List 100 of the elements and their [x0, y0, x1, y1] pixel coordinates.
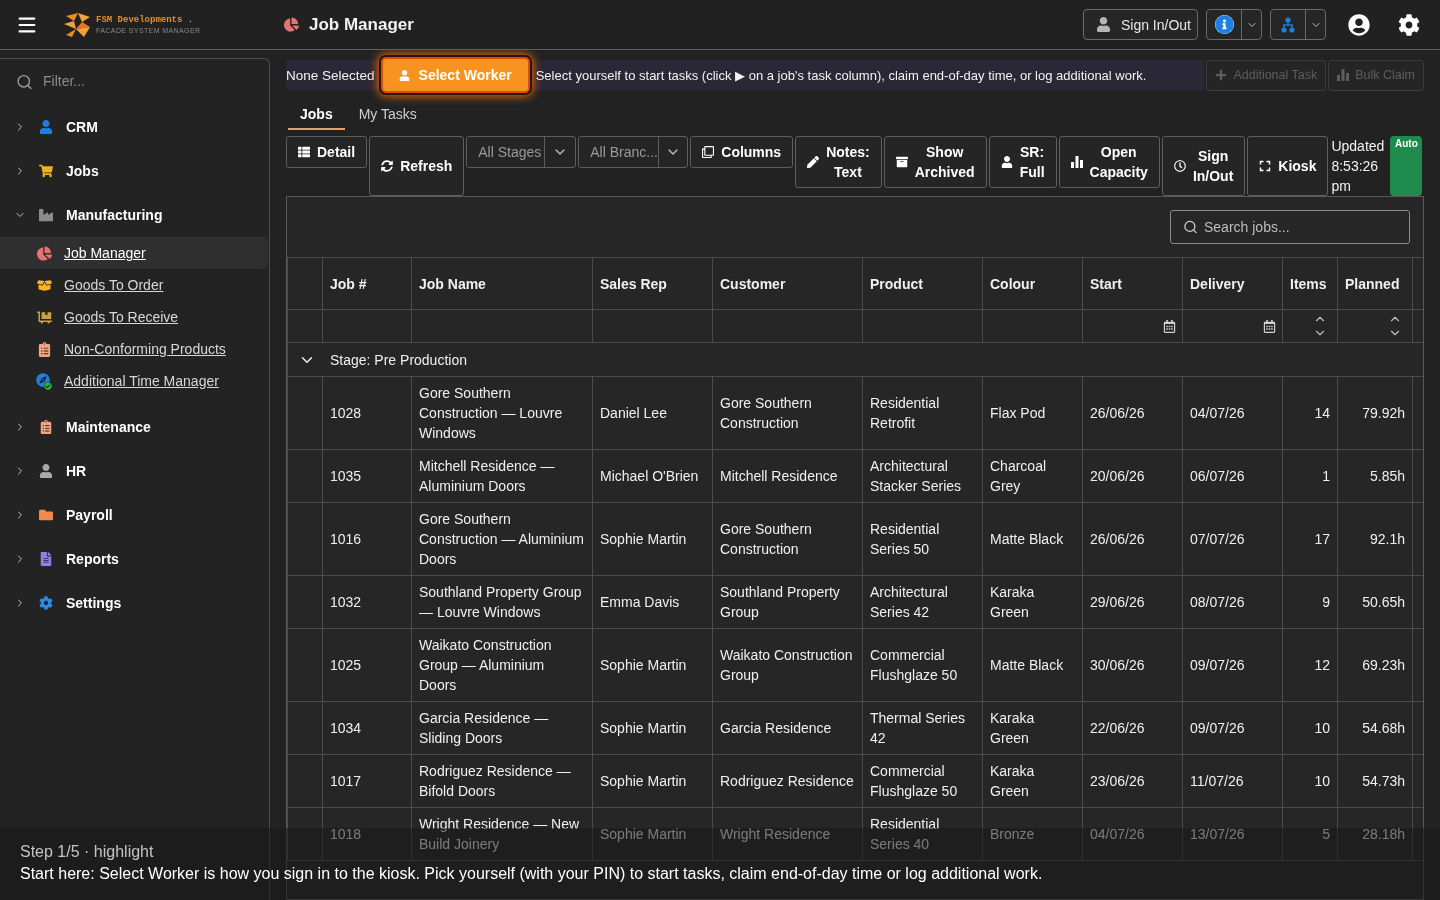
sidebar-link[interactable]: Goods To Receive [0, 301, 268, 333]
sidebar-item[interactable]: Manufacturing [0, 193, 269, 237]
table-cell: 1018 [330, 826, 362, 842]
table-cell: Sophie Martin [600, 773, 687, 789]
sidebar-item[interactable]: Payroll [0, 493, 269, 537]
table-cell: 29/06/26 [1090, 594, 1145, 610]
toolbar-button[interactable]: SR: Full [988, 136, 1057, 188]
table-cell: Wright Residence — New Build Joinery [419, 816, 580, 852]
calendar-icon[interactable] [1163, 319, 1176, 333]
table-cell: 20/06/26 [1090, 468, 1145, 484]
table-cell: Emma Davis [600, 594, 680, 610]
table-cell: Karaka Green [990, 710, 1035, 746]
column-header: Delivery [1182, 257, 1283, 310]
sidebar-item[interactable]: CRM [0, 105, 269, 149]
table-cell: 07/07/26 [1190, 531, 1245, 547]
table-cell: 1016 [330, 531, 362, 547]
table-cell: Charcoal Grey [990, 458, 1047, 494]
table-cell: 50.65h [1362, 594, 1405, 610]
filter-field[interactable]: Filter... [0, 59, 269, 103]
settings-icon[interactable] [1398, 13, 1420, 36]
table-cell: Thermal Series 42 [870, 710, 965, 746]
clipboard-icon [39, 420, 53, 434]
pencil-icon [807, 156, 820, 168]
sidebar-item[interactable]: Maintenance [0, 405, 269, 449]
table-cell: 09/07/26 [1190, 657, 1245, 673]
fullscreen-icon [1259, 160, 1272, 172]
table-cell: Rodriguez Residence — Bifold Doors [419, 763, 571, 799]
sidebar-item[interactable]: Settings [0, 581, 269, 625]
table-cell: 10 [1314, 720, 1330, 736]
brand-name: FSM Developments . [96, 15, 195, 25]
toolbar-button[interactable]: Open Capacity [1058, 136, 1160, 188]
toolbar-button[interactable]: Refresh [369, 136, 465, 196]
table-cell: Southland Property Group [720, 584, 840, 620]
box-icon [36, 277, 52, 293]
column-header: Customer [712, 257, 863, 310]
search-field[interactable]: Search jobs... [1170, 210, 1410, 244]
table-cell: 04/07/26 [1090, 826, 1145, 842]
table-cell: 92.1h [1369, 531, 1405, 547]
factory-icon [39, 208, 53, 222]
toolbar-button[interactable]: Kiosk [1247, 136, 1329, 196]
table-cell: 5 [1322, 826, 1330, 842]
sidebar-item[interactable]: HR [0, 449, 269, 493]
sidebar-item[interactable]: Jobs [0, 149, 269, 193]
table-cell: Matte Black [990, 531, 1064, 547]
table-cell: Sophie Martin [600, 657, 687, 673]
pie-chart-icon [284, 17, 299, 32]
table-cell: Sophie Martin [600, 531, 687, 547]
info-split-button[interactable] [1206, 9, 1262, 40]
sign-in-out-button[interactable]: Sign In/Out [1082, 9, 1198, 40]
person-icon [39, 120, 53, 134]
toolbar-button[interactable]: Notes: Text [795, 136, 882, 188]
table-cell: Residential Retrofit [870, 395, 940, 431]
table-cell: Garcia Residence — Sliding Doors [419, 710, 549, 746]
column-header: Job # [322, 257, 412, 310]
pie-chart-icon [36, 245, 52, 261]
account-icon[interactable] [1348, 13, 1370, 36]
clock-icon [1173, 160, 1186, 172]
filter-select[interactable]: All Branc... [578, 136, 689, 168]
sidebar-link[interactable]: Non-Conforming Products [0, 333, 268, 365]
table-cell: Waikato Construction Group [720, 647, 853, 683]
toolbar-button[interactable]: Detail [286, 136, 368, 168]
table-cell: Gore Southern Construction — Louvre Windows [419, 385, 563, 441]
tab[interactable]: My Tasks [346, 100, 429, 130]
calendar-icon[interactable] [1263, 319, 1276, 333]
toolbar-button[interactable]: Show Archived [883, 136, 987, 188]
table-cell: 22/06/26 [1090, 720, 1145, 736]
sidebar-link[interactable]: Goods To Order [0, 269, 268, 301]
table-cell: 54.68h [1362, 720, 1405, 736]
toolbar-button[interactable]: Sign In/Out [1161, 136, 1246, 196]
table-cell: 69.23h [1362, 657, 1405, 673]
table-cell: 11/07/26 [1190, 773, 1244, 789]
toolbar-button[interactable]: Columns [690, 136, 794, 168]
tab[interactable]: Jobs [288, 100, 345, 130]
table-cell: Mitchell Residence [720, 468, 838, 484]
auto-refresh-toggle[interactable]: Auto [1390, 136, 1423, 196]
sitemap-split-button[interactable] [1270, 9, 1326, 40]
table-cell: Rodriguez Residence [720, 773, 854, 789]
table-cell: Architectural Stacker Series [870, 458, 962, 494]
person-icon [39, 464, 53, 478]
person-icon [398, 69, 410, 81]
table-cell: 13/07/26 [1190, 826, 1245, 842]
table-cell: Karaka Green [990, 763, 1035, 799]
column-header: Colour [982, 257, 1083, 310]
table-cell: Mitchell Residence — Aluminium Doors [419, 458, 555, 494]
table-cell: Gore Southern Construction [720, 521, 812, 557]
table-cell: 08/07/26 [1190, 594, 1245, 610]
updated-time: Updated 8:53:26 pm [1331, 137, 1385, 196]
table-cell: 9 [1322, 594, 1330, 610]
group-label: Stage: Pre Production [330, 350, 467, 370]
sidebar-item[interactable]: Reports [0, 537, 269, 581]
table-cell: 1028 [330, 405, 362, 421]
tour-message: Start here: Select Worker is how you sign in to the kiosk. Pick yourself (with your PIN) to start tasks, claim end-of-day time or log additional work. [20, 865, 1043, 883]
table-cell: 30/06/26 [1090, 657, 1145, 673]
filter-select[interactable]: All Stages [466, 136, 577, 168]
person-icon [1095, 17, 1111, 32]
table-cell: Residential Series 40 [870, 816, 940, 852]
refresh-icon [381, 160, 394, 172]
table-cell: 54.73h [1362, 773, 1405, 789]
sidebar-link[interactable]: Job Manager [0, 237, 268, 269]
sidebar-link[interactable]: Additional Time Manager [0, 365, 268, 397]
